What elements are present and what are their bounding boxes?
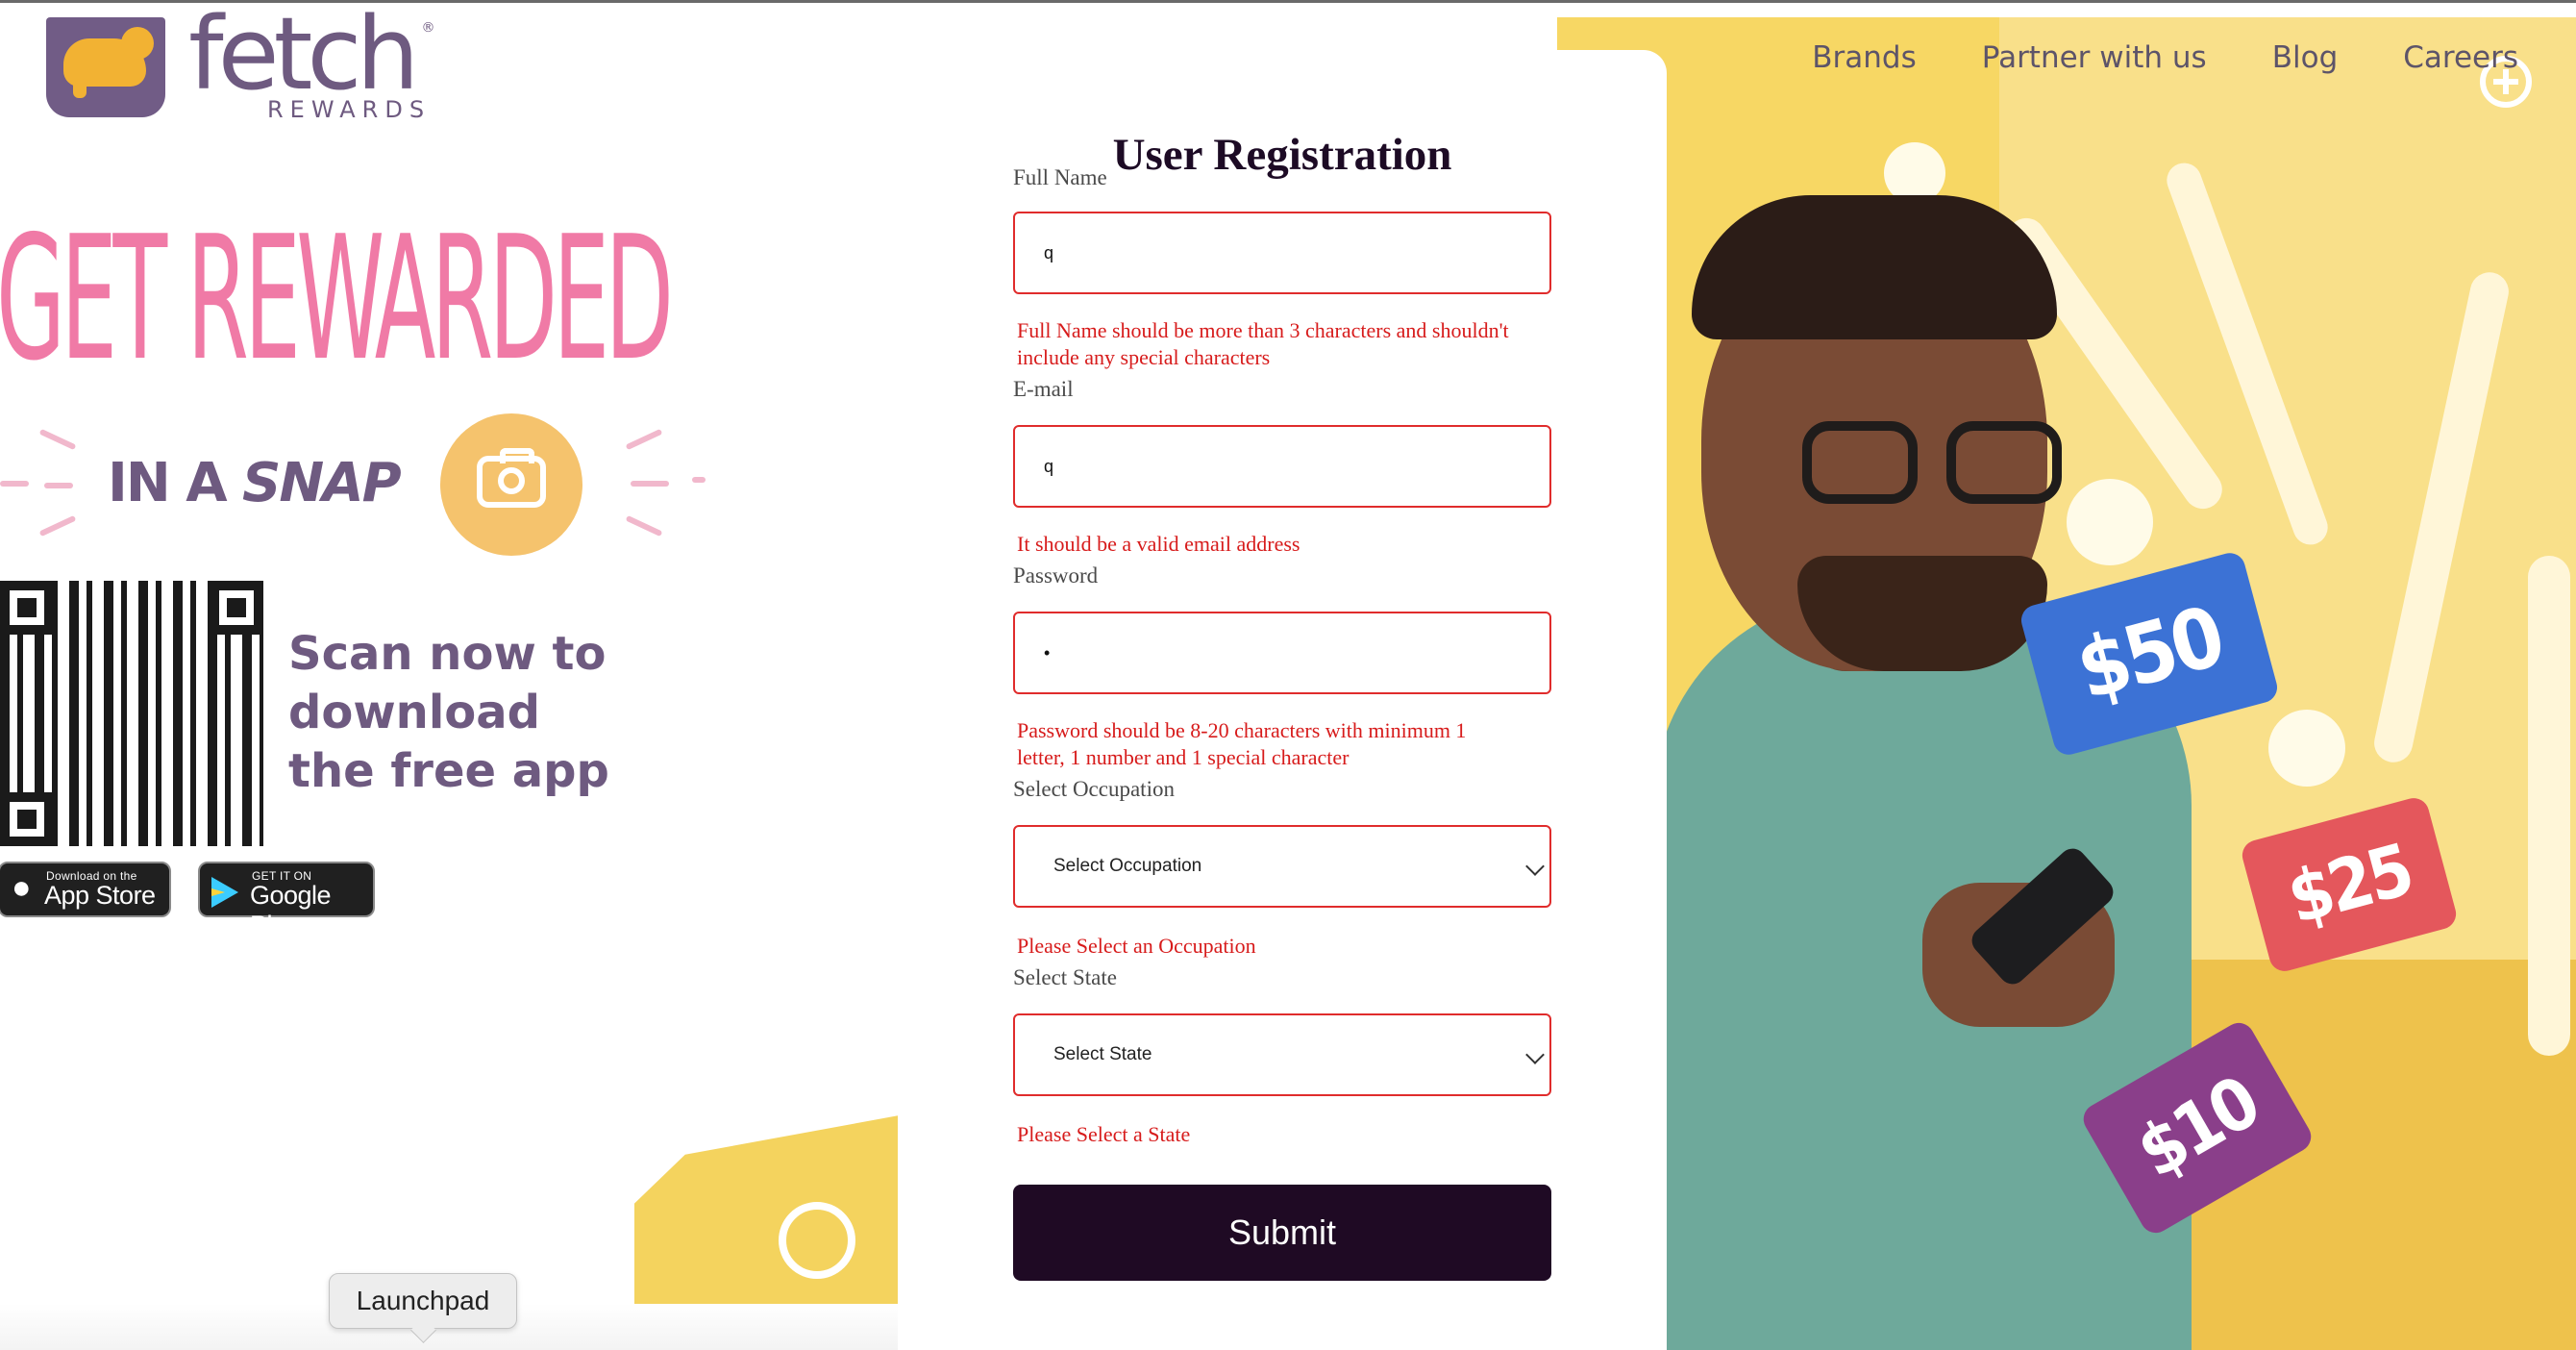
camera-icon [440, 413, 582, 556]
email-label: E-mail [1013, 377, 1074, 401]
snap-tagline: IN A SNAP [0, 413, 711, 558]
apple-icon: ● [12, 869, 32, 906]
app-store-button[interactable]: ● Download on the App Store [0, 862, 171, 917]
chevron-down-icon [1525, 857, 1545, 876]
password-error: Password should be 8-20 characters with … [1017, 718, 1467, 769]
dock-tooltip: Launchpad [329, 1273, 517, 1329]
email-error: It should be a valid email address [1017, 532, 1300, 556]
nav-blog[interactable]: Blog [2272, 40, 2339, 75]
qr-code [0, 581, 263, 846]
logo-subtitle: REWARDS [267, 96, 432, 123]
state-error: Please Select a State [1017, 1122, 1191, 1146]
logo-wordmark: fetch ® [188, 0, 435, 112]
scan-instructions: Scan now to download the free app [288, 627, 609, 798]
top-nav: Brands Partner with us Blog Careers [1812, 40, 2518, 75]
promo-headline: GET REWARDED [0, 199, 674, 398]
full-name-input[interactable]: q [1013, 212, 1551, 294]
occupation-selected-value: Select Occupation [1053, 856, 1202, 876]
fetch-logo[interactable]: fetch ® REWARDS [46, 4, 469, 123]
occupation-error: Please Select an Occupation [1017, 934, 1256, 958]
password-label: Password [1013, 563, 1099, 588]
full-name-error: Full Name should be more than 3 characte… [1017, 318, 1509, 369]
password-input[interactable]: • [1013, 612, 1551, 694]
nav-partner-with-us[interactable]: Partner with us [1982, 40, 2207, 75]
state-select[interactable]: Select State [1013, 1013, 1551, 1096]
glasses-icon [1802, 421, 2062, 508]
chevron-down-icon [1525, 1045, 1545, 1064]
google-play-button[interactable]: GET IT ON Google Play [198, 862, 375, 939]
submit-button[interactable]: Submit [1013, 1185, 1551, 1281]
occupation-select[interactable]: Select Occupation [1013, 825, 1551, 908]
occupation-label: Select Occupation [1013, 777, 1175, 801]
plus-icon [779, 1202, 855, 1279]
state-selected-value: Select State [1053, 1044, 1152, 1064]
nav-brands[interactable]: Brands [1812, 40, 1917, 75]
full-name-label: Full Name [1013, 165, 1107, 189]
nav-careers[interactable]: Careers [2403, 40, 2518, 75]
snap-text: IN A SNAP [108, 452, 402, 514]
play-icon [211, 877, 238, 908]
email-input[interactable]: q [1013, 425, 1551, 508]
registration-panel: User Registration Full Name q Full Name … [898, 50, 1667, 1350]
state-label: Select State [1013, 965, 1117, 989]
dog-logo-icon [46, 17, 165, 117]
